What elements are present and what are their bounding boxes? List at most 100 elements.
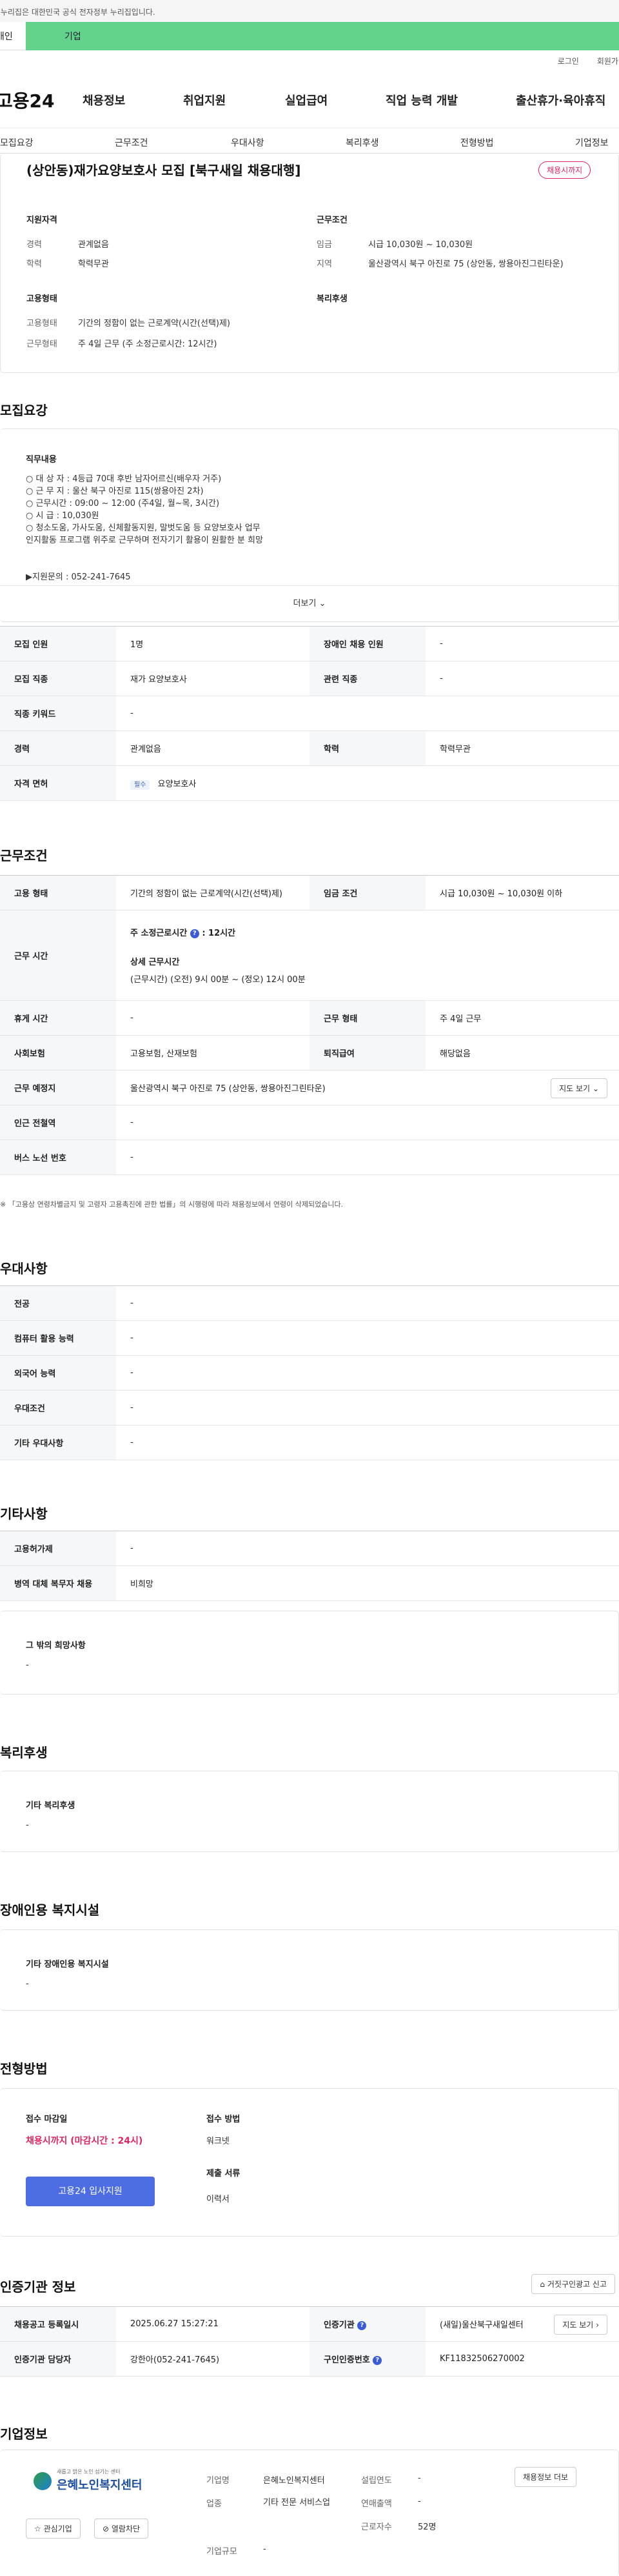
career-label: 경력 xyxy=(26,240,42,250)
subnav-selection[interactable]: 전형방법 xyxy=(460,136,494,149)
company-revenue-label: 연매출액 xyxy=(361,2499,392,2509)
job-desc-lines: ○ 대 상 자 : 4등급 70대 후반 남자어르신(배우자 거주) ○ 근 무… xyxy=(26,473,263,547)
subnav-pref[interactable]: 우대사항 xyxy=(231,136,264,149)
deadline-label: 접수 마감일 xyxy=(26,2115,68,2124)
gnb-item-leave[interactable]: 출산휴가·육아휴직 xyxy=(516,92,605,108)
cell-label: 학력 xyxy=(310,730,426,766)
tab-company[interactable]: 기업 xyxy=(26,22,619,50)
gnb-item-jobs[interactable]: 채용정보 xyxy=(83,92,125,108)
pref-table: 전공 - 컴퓨터 활용 능력 - 외국어 능력 - 우대조건 - 기타 우대사항 - xyxy=(0,1285,619,1460)
report-button[interactable]: ⌂ 거짓구인광고 신고 xyxy=(531,2274,615,2294)
cell-value: 고용보험, 산재보험 xyxy=(116,1035,310,1071)
help-icon[interactable]: ? xyxy=(373,2355,382,2365)
interest-label: 관심기업 xyxy=(43,2524,72,2533)
agency-map-button[interactable]: 지도 보기 › xyxy=(554,2315,607,2335)
subnav-recruit[interactable]: 모집요강 xyxy=(0,136,34,149)
map-button-label: 지도 보기 xyxy=(559,1084,591,1093)
welfare-card: 기타 복리후생 - xyxy=(0,1771,619,1852)
table-row: 모집 인원 1명 장애인 채용 인원 - xyxy=(0,626,619,661)
gnb-item-unemployment[interactable]: 실업급여 xyxy=(285,92,328,108)
job-title: (상안동)재가요양보호사 모집 [북구새일 채용대행] xyxy=(26,163,301,178)
region-label: 지역 xyxy=(317,259,332,269)
wage-label: 임금 xyxy=(317,240,332,250)
apply-button[interactable]: 고용24 입사지원 xyxy=(26,2177,155,2206)
job-line: ○ 시 급 : 10,030원 xyxy=(26,511,99,521)
more-button[interactable]: 더보기 ⌄ xyxy=(0,585,619,621)
cell-label: 구인인증번호 ? xyxy=(310,2341,426,2377)
facility-value: - xyxy=(26,1979,29,1989)
map-button[interactable]: 지도 보기 ⌄ xyxy=(551,1078,607,1098)
contact-line: ▶지원문의 : 052-241-7645 xyxy=(26,572,131,582)
career-value: 관계없음 xyxy=(78,240,109,250)
tab-personal-label: 개인 xyxy=(0,32,13,42)
site-logo[interactable]: 고용24 xyxy=(0,87,80,113)
agency-label: 인증기관 xyxy=(324,2320,355,2330)
company-title: 기업정보 xyxy=(0,2426,48,2442)
deadline-badge: 채용시까지 xyxy=(538,161,591,179)
gov-banner: 이 누리집은 대한민국 공식 전자정부 누리집입니다. xyxy=(0,0,619,22)
help-icon[interactable]: ? xyxy=(357,2320,367,2330)
gnb-item-support[interactable]: 취업지원 xyxy=(183,92,226,108)
other-title: 그 밖의 희망사항 xyxy=(26,1641,86,1651)
tab-personal[interactable]: 개인 xyxy=(0,22,26,50)
cell-value: 필수 요양보호사 xyxy=(116,765,619,801)
deadline-value: 채용시까지 (마감시간 : 24시) xyxy=(26,2136,143,2146)
company-founded-value: - xyxy=(418,2473,421,2483)
block-button[interactable]: ⊘ 열람차단 xyxy=(94,2519,149,2539)
chevron-down-icon: ⌄ xyxy=(319,599,326,609)
login-link[interactable]: 로그인 xyxy=(558,55,579,66)
cell-label: 모집 직종 xyxy=(0,661,116,696)
table-row: 인근 전철역 - xyxy=(0,1105,619,1140)
facility-card: 기타 장애인용 복지시설 - xyxy=(0,1929,619,2011)
table-row: 기타 우대사항 - xyxy=(0,1425,619,1460)
gnb-item-training[interactable]: 직업 능력 개발 xyxy=(386,92,458,108)
cell-label: 기타 우대사항 xyxy=(0,1425,116,1460)
cell-value: 강한아(052-241-7645) xyxy=(116,2341,310,2377)
cert-no-label: 구인인증번호 xyxy=(324,2355,370,2365)
age-note: ※ 「고용상 연령차별금지 및 고령자 고용촉진에 관한 법률」의 시행령에 따… xyxy=(0,1200,344,1209)
company-revenue-value: - xyxy=(418,2497,421,2506)
cell-label: 채용공고 등록일시 xyxy=(0,2306,116,2342)
company-industry-label: 업종 xyxy=(206,2499,222,2509)
cell-value: 학력무관 xyxy=(426,730,619,766)
tab-company-label: 기업 xyxy=(64,32,81,42)
cell-value: - xyxy=(116,1140,619,1175)
welfare-sub: 기타 복리후생 xyxy=(26,1801,75,1811)
cell-value: 해당없음 xyxy=(426,1035,619,1071)
wage-value: 시급 10,030원 ~ 10,030원 xyxy=(368,240,473,250)
subnav-company[interactable]: 기업정보 xyxy=(575,136,609,149)
subnav-work[interactable]: 근무조건 xyxy=(115,136,148,149)
top-tabs: 개인 기업 xyxy=(0,22,619,50)
job-line: ○ 청소도움, 가사도움, 신체활동지원, 말벗도움 등 요양보호사 업무 xyxy=(26,523,260,533)
cell-value: - xyxy=(116,1425,619,1460)
recruit-title: 모집요강 xyxy=(0,403,48,418)
cell-value: (새일)울산북구새일센터 지도 보기 › xyxy=(426,2306,619,2342)
interest-button[interactable]: ☆ 관심기업 xyxy=(26,2519,81,2539)
cell-label: 사회보험 xyxy=(0,1035,116,1071)
job-line: 인지활동 프로그램 위주로 근무하며 전자기기 활용이 원활한 분 희망 xyxy=(26,536,263,545)
cell-value: 시급 10,030원 ~ 10,030원 이하 xyxy=(426,875,619,911)
join-link[interactable]: 회원가입 xyxy=(597,55,619,66)
subnav-welfare[interactable]: 복리후생 xyxy=(346,136,379,149)
work-title: 근무조건 xyxy=(0,848,48,863)
company-logo-name: 은혜노인복지센터 xyxy=(57,2479,142,2492)
table-row: 사회보험 고용보험, 산재보험 퇴직급여 해당없음 xyxy=(0,1035,619,1071)
table-row: 모집 직종 재가 요양보호사 관련 직종 - xyxy=(0,661,619,696)
method-value: 워크넷 xyxy=(206,2137,230,2146)
facility-title: 장애인용 복지시설 xyxy=(0,1902,100,1918)
company-size-value: - xyxy=(263,2544,266,2554)
help-icon[interactable]: ? xyxy=(190,929,199,938)
region-value: 울산광역시 북구 아진로 75 (상안동, 쌍용아진그린타운) xyxy=(368,259,564,269)
more-jobs-button[interactable]: 채용정보 더보 xyxy=(515,2467,577,2487)
company-employees-label: 근로자수 xyxy=(361,2522,392,2532)
weekly-hours: 주 소정근로시간 ? : 12시간 xyxy=(130,926,619,938)
job-line: ○ 근 무 지 : 울산 북구 아진로 115(쌍용아진 2차) xyxy=(26,487,204,496)
required-tag: 필수 xyxy=(130,780,150,790)
cert-table: 채용공고 등록일시 2025.06.27 15:27:21 인증기관 ? (새일… xyxy=(0,2306,619,2377)
cell-label: 인증기관 담당자 xyxy=(0,2341,116,2377)
cell-label: 병역 대체 복무자 채용 xyxy=(0,1565,116,1601)
table-row: 컴퓨터 활용 능력 - xyxy=(0,1320,619,1356)
table-row: 채용공고 등록일시 2025.06.27 15:27:21 인증기관 ? (새일… xyxy=(0,2306,619,2342)
cond-title: 근무조건 xyxy=(317,216,348,225)
table-row: 근무 예정지 울산광역시 북구 아진로 75 (상안동, 쌍용아진그린타운) 지… xyxy=(0,1070,619,1105)
